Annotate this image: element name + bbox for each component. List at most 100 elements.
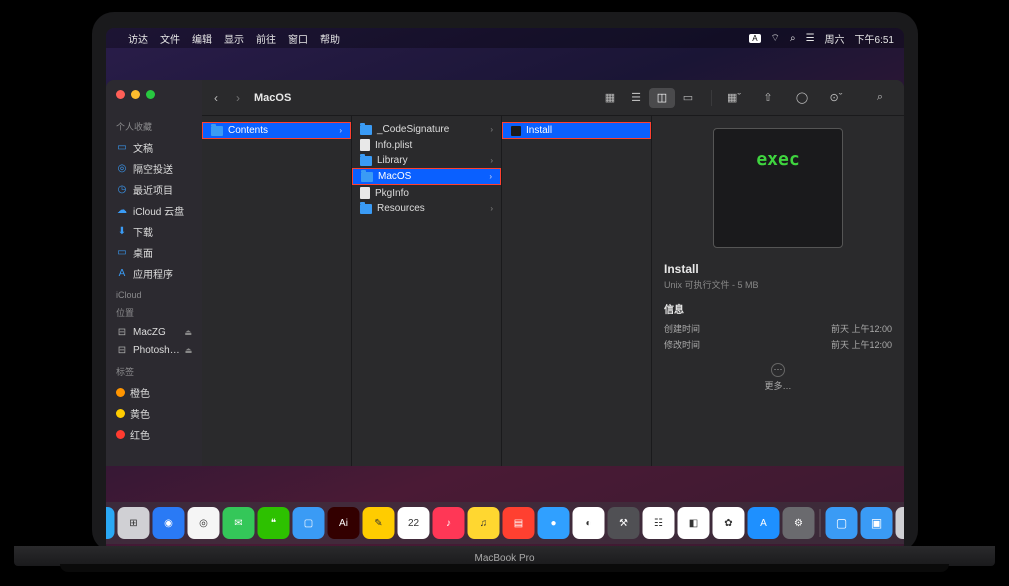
fullscreen-button[interactable] — [146, 90, 155, 99]
menu-window[interactable]: 窗口 — [288, 31, 308, 46]
dock-item-photos[interactable]: ✿ — [713, 507, 745, 539]
menu-go[interactable]: 前往 — [256, 31, 276, 46]
file-item-library[interactable]: Library› — [352, 153, 501, 168]
sidebar-item-label: 应用程序 — [133, 266, 173, 281]
file-item-pkginfo[interactable]: PkgInfo — [352, 185, 501, 201]
menubar: 访达 文件 编辑 显示 前往 窗口 帮助 A ⌔ ⌕ ☰ 周六 下午6:51 — [106, 28, 904, 48]
dock-item-messages[interactable]: ✉ — [223, 507, 255, 539]
chevron-right-icon: › — [490, 204, 493, 213]
folder-icon — [360, 156, 372, 166]
column-3[interactable]: Install — [502, 116, 652, 466]
back-button[interactable]: ‹ — [214, 91, 218, 105]
dock-item-pdf[interactable]: ▤ — [503, 507, 535, 539]
view-switcher: ▦ ☰ ◫ ▭ — [597, 88, 701, 108]
dock-item-folder2[interactable]: ▢ — [826, 507, 858, 539]
sidebar-icloud-label: iCloud — [116, 290, 192, 300]
column-2[interactable]: _CodeSignature› Info.plist Library› MacO… — [352, 116, 502, 466]
eject-icon[interactable]: ⏏ — [185, 346, 193, 355]
dock-item-open-finder[interactable]: ▣ — [861, 507, 893, 539]
file-icon — [360, 139, 370, 151]
sidebar-item-disk-photoshop[interactable]: ⊟Photosh…⏏ — [112, 341, 196, 359]
sidebar-tag-orange[interactable]: 橙色 — [112, 382, 196, 403]
sidebar-item-icloud[interactable]: ☁iCloud 云盘 — [112, 200, 196, 221]
dock-item-app3[interactable]: ◧ — [678, 507, 710, 539]
dock-item-launchpad[interactable]: ⊞ — [118, 507, 150, 539]
view-list-button[interactable]: ☰ — [623, 88, 649, 108]
dock-item-qqmusic[interactable]: ♫ — [468, 507, 500, 539]
sidebar-tag-red[interactable]: 红色 — [112, 424, 196, 445]
wifi-icon[interactable]: ⌔ — [771, 32, 780, 45]
tag-button[interactable]: ◯ — [790, 88, 814, 108]
search-button[interactable]: ⌕ — [868, 88, 892, 108]
menu-edit[interactable]: 编辑 — [192, 31, 212, 46]
doc-icon: ▭ — [116, 142, 128, 154]
group-button[interactable]: ▦ˇ — [722, 88, 746, 108]
sidebar-item-airdrop[interactable]: ◎隔空投送 — [112, 158, 196, 179]
dock-item-notes[interactable]: ✎ — [363, 507, 395, 539]
preview-info-heading: 信息 — [664, 301, 892, 316]
dock-item-calendar[interactable]: 22 — [398, 507, 430, 539]
sidebar-item-label: 桌面 — [133, 245, 153, 260]
share-button[interactable]: ⇧ — [756, 88, 780, 108]
apps-icon: A — [116, 268, 128, 280]
menu-file[interactable]: 文件 — [160, 31, 180, 46]
airdrop-icon: ◎ — [116, 163, 128, 175]
dock-item-wechat[interactable]: ❝ — [258, 507, 290, 539]
dock-item-utility[interactable]: ⚒ — [608, 507, 640, 539]
sidebar-item-desktop[interactable]: ▭桌面 — [112, 242, 196, 263]
file-icon — [360, 187, 370, 199]
view-column-button[interactable]: ◫ — [649, 88, 675, 108]
clock-day[interactable]: 周六 — [825, 31, 845, 46]
sidebar-item-applications[interactable]: A 应用程序 — [112, 263, 196, 284]
sidebar-item-downloads[interactable]: ⬇下载 — [112, 221, 196, 242]
file-item-label: Contents — [228, 125, 268, 136]
dock-item-music[interactable]: ♪ — [433, 507, 465, 539]
dock-item-app2[interactable]: ◐ — [573, 507, 605, 539]
file-item-infoplist[interactable]: Info.plist — [352, 137, 501, 153]
sidebar-tag-yellow[interactable]: 黄色 — [112, 403, 196, 424]
dock-item-chrome[interactable]: ◎ — [188, 507, 220, 539]
dock-item-stats[interactable]: ☷ — [643, 507, 675, 539]
dock-item-trash[interactable]: 🗑 — [896, 507, 905, 539]
dock-item-safari[interactable]: ◉ — [153, 507, 185, 539]
sidebar-item-documents[interactable]: ▭文稿 — [112, 137, 196, 158]
menu-view[interactable]: 显示 — [224, 31, 244, 46]
file-item-label: Resources — [377, 203, 425, 214]
file-item-codesignature[interactable]: _CodeSignature› — [352, 122, 501, 137]
dock-item-app1[interactable]: ● — [538, 507, 570, 539]
sidebar-item-disk-maczg[interactable]: ⊟MacZG⏏ — [112, 323, 196, 341]
sidebar-item-label: 下载 — [133, 224, 153, 239]
more-actions-button[interactable]: ⊙ˇ — [824, 88, 848, 108]
forward-button[interactable]: › — [236, 91, 240, 105]
finder-toolbar: ‹ › MacOS ▦ ☰ ◫ ▭ ▦ˇ ⇧ ◯ ⊙ˇ — [202, 80, 904, 116]
eject-icon[interactable]: ⏏ — [184, 328, 192, 337]
tag-dot-icon — [116, 388, 125, 397]
view-icon-button[interactable]: ▦ — [597, 88, 623, 108]
dock-item-finder[interactable]: ☻ — [106, 507, 115, 539]
view-gallery-button[interactable]: ▭ — [675, 88, 701, 108]
preview-pane: exec Install Unix 可执行文件 - 5 MB 信息 创建时间 前… — [652, 116, 904, 466]
app-menu[interactable]: 访达 — [128, 31, 148, 46]
disk-icon: ⊟ — [116, 344, 128, 356]
menu-help[interactable]: 帮助 — [320, 31, 340, 46]
input-indicator[interactable]: A — [749, 34, 760, 43]
file-item-install[interactable]: Install — [502, 122, 651, 139]
dock-item-appstore[interactable]: A — [748, 507, 780, 539]
close-button[interactable] — [116, 90, 125, 99]
dock-item-settings[interactable]: ⚙ — [783, 507, 815, 539]
more-button[interactable]: ⋯ 更多… — [664, 363, 892, 392]
control-center-icon[interactable]: ☰ — [806, 33, 815, 44]
sidebar-item-label: iCloud 云盘 — [133, 203, 184, 218]
more-label: 更多… — [764, 381, 791, 391]
file-item-contents[interactable]: Contents › — [202, 122, 351, 139]
minimize-button[interactable] — [131, 90, 140, 99]
spotlight-icon[interactable]: ⌕ — [790, 33, 796, 44]
file-item-resources[interactable]: Resources › — [352, 201, 501, 216]
dock-item-illustrator[interactable]: Ai — [328, 507, 360, 539]
clock-time[interactable]: 下午6:51 — [855, 31, 894, 46]
sidebar-item-recents[interactable]: ◷最近项目 — [112, 179, 196, 200]
dock-item-folder1[interactable]: ▢ — [293, 507, 325, 539]
file-item-macos[interactable]: MacOS› — [352, 168, 501, 185]
column-1[interactable]: Contents › — [202, 116, 352, 466]
tag-dot-icon — [116, 409, 125, 418]
